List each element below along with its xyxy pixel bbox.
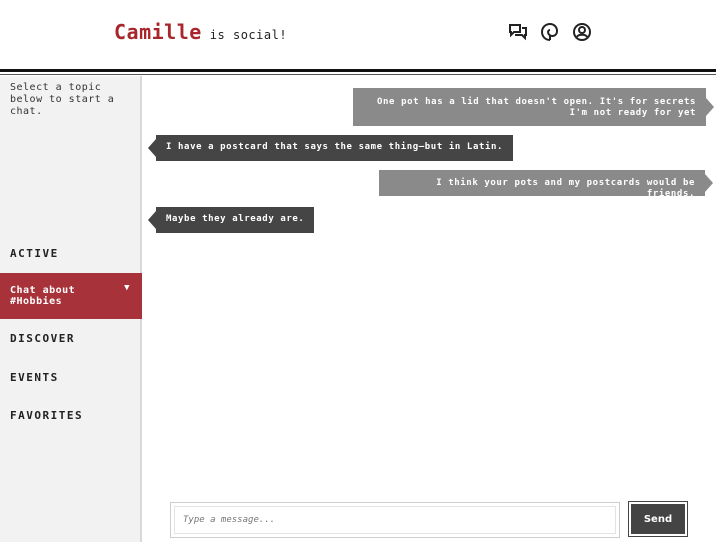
sidebar-item-active[interactable]: ACTIVE <box>0 247 142 260</box>
sidebar-intro: Select a topic below to start a chat. <box>10 82 115 117</box>
message-outgoing: I think your pots and my postcards would… <box>379 170 705 199</box>
brand[interactable]: Camille is social! <box>114 20 287 44</box>
current-chat-label: Chat about #Hobbies <box>10 285 76 307</box>
brand-tagline: is social! <box>209 28 288 42</box>
header-divider-thin <box>0 74 716 75</box>
sidebar-item-discover[interactable]: DISCOVER <box>0 332 142 345</box>
chat-thread: One pot has a lid that doesn't open. It'… <box>144 76 716 542</box>
message-incoming: Maybe they already are. <box>156 207 315 233</box>
spiral-icon[interactable] <box>540 22 560 42</box>
chevron-down-icon[interactable]: ▼ <box>124 283 130 294</box>
message-composer <box>170 502 620 538</box>
app-header: Camille is social! <box>0 0 716 70</box>
brand-name: Camille <box>114 20 202 44</box>
header-divider <box>0 69 716 72</box>
user-circle-icon[interactable] <box>572 22 592 42</box>
sidebar-item-favorites[interactable]: FAVORITES <box>0 409 142 422</box>
chat-bubbles-icon[interactable] <box>508 22 528 42</box>
send-button[interactable]: Send <box>628 501 688 537</box>
message-outgoing: One pot has a lid that doesn't open. It'… <box>353 88 706 126</box>
sidebar: Select a topic below to start a chat. AC… <box>0 76 142 542</box>
sidebar-item-events[interactable]: EVENTS <box>0 371 142 384</box>
sidebar-item-current-chat[interactable]: Chat about #Hobbies ▼ <box>0 273 142 319</box>
header-icons <box>508 22 592 42</box>
message-incoming: I have a postcard that says the same thi… <box>156 135 514 161</box>
message-input[interactable] <box>174 506 616 534</box>
